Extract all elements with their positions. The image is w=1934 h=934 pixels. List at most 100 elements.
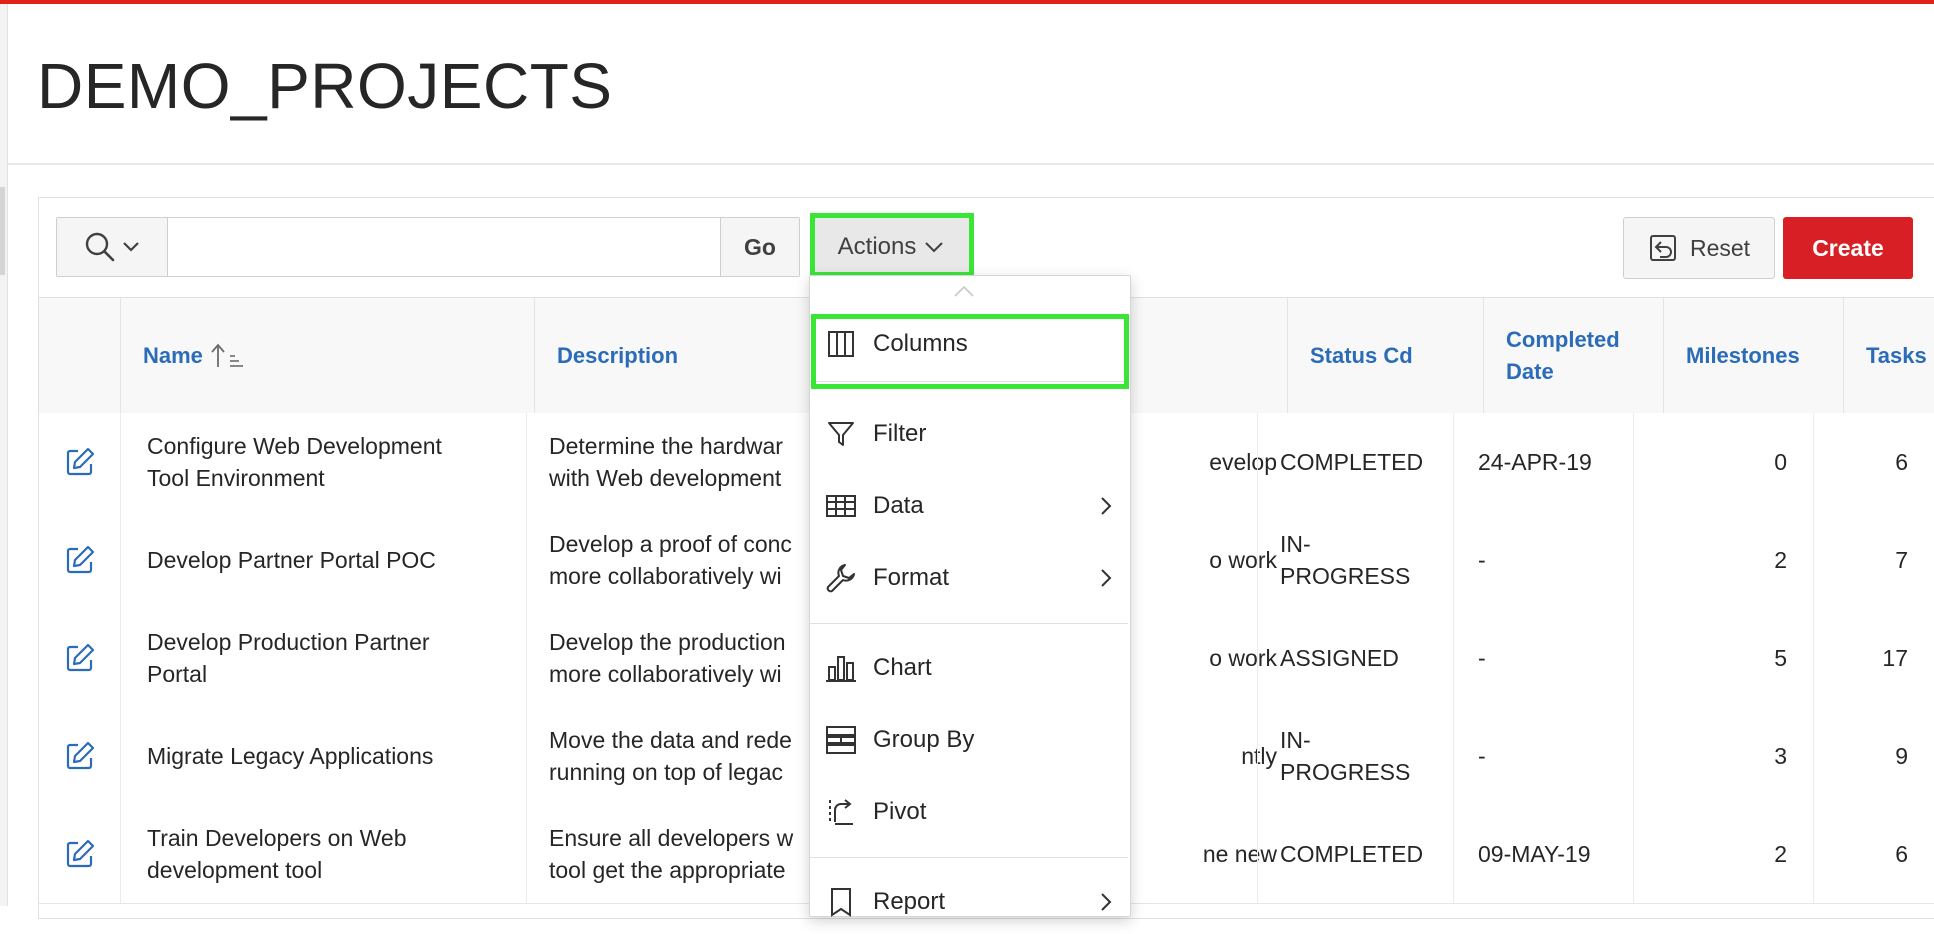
left-edge-panel [0, 4, 8, 906]
cell-status-cd: COMPLETED [1257, 805, 1453, 903]
menu-item-filter[interactable]: Filter [810, 402, 1128, 466]
chevron-right-icon [1101, 569, 1112, 587]
column-header-label: Completed Date [1506, 324, 1620, 388]
cell-milestones: 2 [1633, 511, 1813, 609]
cell-text-line: Develop a proof of conc [549, 531, 792, 557]
column-header-tasks[interactable]: Tasks [1843, 298, 1934, 414]
search-icon [85, 232, 115, 262]
report-icon [824, 885, 858, 919]
cell-name: Develop Production Partner Portal [120, 609, 526, 707]
cell-text-line: Portal [147, 661, 208, 687]
cell-milestones: 3 [1633, 707, 1813, 805]
column-header-label-line: Date [1506, 359, 1554, 384]
cell-name: Develop Partner Portal POC [120, 511, 526, 609]
cell-text-line: more collaboratively wi [549, 661, 782, 687]
menu-item-report[interactable]: Report [810, 870, 1128, 934]
go-button[interactable]: Go [720, 218, 799, 276]
menu-item-label: Filter [873, 420, 927, 447]
filter-icon [824, 417, 858, 451]
tasks-value: 6 [1895, 841, 1908, 867]
milestones-value: 0 [1774, 449, 1787, 475]
create-button[interactable]: Create [1783, 217, 1913, 279]
description-text: Ensure all developers w tool get the appr… [549, 822, 793, 886]
actions-button-label: Actions [837, 233, 917, 260]
column-header-label: Name [143, 343, 203, 368]
cell-tasks: 9 [1813, 707, 1934, 805]
cell-tasks: 17 [1813, 609, 1934, 707]
menu-item-columns[interactable]: Columns [810, 312, 1128, 376]
column-header-milestones[interactable]: Milestones [1663, 298, 1843, 414]
cell-status-cd: ASSIGNED [1257, 609, 1453, 707]
bar-chart-icon [824, 651, 858, 685]
tasks-value: 9 [1895, 743, 1908, 769]
pivot-icon [824, 795, 858, 829]
edit-row-link[interactable] [39, 707, 121, 805]
title-divider [8, 163, 1934, 165]
cell-tasks: 6 [1813, 805, 1934, 903]
cell-completed-date: - [1453, 511, 1633, 609]
edit-row-link[interactable] [39, 413, 121, 511]
cell-text-line: Ensure all developers w [549, 825, 794, 851]
search-column-selector[interactable] [57, 218, 168, 276]
cell-milestones: 5 [1633, 609, 1813, 707]
menu-item-group-by[interactable]: Group By [810, 708, 1128, 772]
status-text: ASSIGNED [1280, 642, 1399, 674]
tasks-value: 7 [1895, 547, 1908, 573]
edit-icon [66, 447, 95, 476]
edit-row-link[interactable] [39, 805, 121, 903]
milestones-value: 3 [1774, 743, 1787, 769]
cell-text-line: Train Developers on Web [147, 825, 407, 851]
cell-status-cd: COMPLETED [1257, 413, 1453, 511]
cell-text-line: PROGRESS [1280, 563, 1411, 589]
cell-text-line: Configure Web Development [147, 433, 442, 459]
column-header-label: Tasks [1866, 343, 1927, 368]
cell-text-line: COMPLETED [1280, 449, 1424, 475]
columns-icon [824, 327, 858, 361]
menu-item-label: Pivot [873, 798, 927, 825]
project-name: Configure Web Development Tool Environmen… [147, 430, 442, 494]
menu-divider [810, 623, 1128, 624]
cell-name: Migrate Legacy Applications [120, 707, 526, 805]
cell-completed-date: - [1453, 609, 1633, 707]
cell-text-line: Migrate Legacy Applications [147, 743, 434, 769]
column-header-label: Status Cd [1310, 343, 1413, 368]
project-name: Develop Production Partner Portal [147, 626, 430, 690]
cell-text-line: Develop Production Partner [147, 629, 430, 655]
menu-item-chart[interactable]: Chart [810, 636, 1128, 700]
cell-milestones: 0 [1633, 413, 1813, 511]
reset-icon [1649, 235, 1676, 261]
cell-text-line: Develop the production [549, 629, 786, 655]
edit-icon [66, 545, 95, 574]
edit-row-link[interactable] [39, 511, 121, 609]
page-title: DEMO_PROJECTS [37, 50, 613, 122]
edit-row-link[interactable] [39, 609, 121, 707]
completed-date-text: 24-APR-19 [1478, 449, 1592, 475]
menu-caret-icon [954, 285, 974, 297]
column-header-name[interactable]: Name [120, 298, 534, 414]
description-text: Develop a proof of conc more collaborativ… [549, 528, 792, 592]
cell-name: Train Developers on Web development tool [120, 805, 526, 903]
menu-item-label: Format [873, 564, 950, 591]
cell-name: Configure Web Development Tool Environmen… [120, 413, 526, 511]
column-header-label-line: Completed [1506, 327, 1620, 352]
column-header-completed-date[interactable]: Completed Date [1483, 298, 1663, 414]
reset-button[interactable]: Reset [1623, 217, 1775, 279]
menu-item-data[interactable]: Data [810, 474, 1128, 538]
wrench-icon [824, 561, 858, 595]
cell-tasks: 6 [1813, 413, 1934, 511]
project-name: Develop Partner Portal POC [147, 544, 436, 576]
search-bar: Go [56, 217, 800, 277]
description-text: Determine the hardwar with Web developmen… [549, 430, 783, 494]
search-input[interactable] [168, 218, 722, 276]
status-text: COMPLETED [1280, 838, 1423, 870]
cell-text-line: PROGRESS [1280, 759, 1411, 785]
column-header-status-cd[interactable]: Status Cd [1287, 298, 1483, 414]
column-header-label: Description [557, 343, 679, 368]
create-button-label: Create [1812, 234, 1884, 261]
menu-item-label: Group By [873, 726, 975, 753]
menu-item-format[interactable]: Format [810, 546, 1128, 610]
description-text: Develop the production more collaborative… [549, 626, 786, 690]
cell-text-line: COMPLETED [1280, 841, 1424, 867]
actions-button[interactable]: Actions [812, 217, 970, 277]
menu-item-pivot[interactable]: Pivot [810, 780, 1128, 844]
